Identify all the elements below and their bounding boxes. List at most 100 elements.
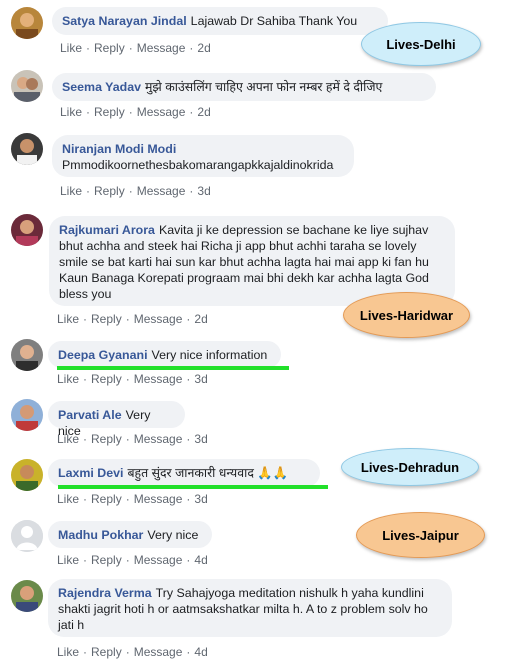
user-avatar-photo-icon: [11, 214, 43, 246]
separator: ·: [186, 432, 191, 446]
message-link[interactable]: Message: [134, 492, 183, 506]
message-link[interactable]: Message: [137, 184, 186, 198]
comment-author[interactable]: Niranjan Modi Modi: [62, 141, 340, 157]
message-link[interactable]: Message: [134, 432, 183, 446]
comment-bubble: Rajendra Verma Try Sahajyoga meditation n…: [48, 579, 452, 637]
comment-author[interactable]: Satya Narayan Jindal: [62, 14, 187, 28]
separator: ·: [128, 41, 133, 55]
message-link[interactable]: Message: [134, 553, 183, 567]
reply-link[interactable]: Reply: [94, 41, 125, 55]
location-badge-dehradun: Lives-Dehradun: [341, 448, 479, 486]
message-link[interactable]: Message: [137, 41, 186, 55]
like-link[interactable]: Like: [57, 312, 79, 326]
separator: ·: [86, 184, 91, 198]
like-link[interactable]: Like: [57, 432, 79, 446]
reply-link[interactable]: Reply: [91, 312, 122, 326]
reply-link[interactable]: Reply: [91, 492, 122, 506]
comment-time[interactable]: 2d: [197, 41, 210, 55]
message-link[interactable]: Message: [134, 312, 183, 326]
avatar[interactable]: [11, 133, 43, 165]
separator: ·: [128, 184, 133, 198]
comment-time[interactable]: 3d: [197, 184, 210, 198]
comment-author[interactable]: Seema Yadav: [62, 80, 141, 94]
comment-bubble: Seema Yadav मुझे काउंसलिंग चाहिए अपना फोन…: [52, 73, 436, 101]
comment-time[interactable]: 2d: [197, 105, 210, 119]
separator: ·: [83, 432, 88, 446]
comment-time[interactable]: 3d: [194, 372, 207, 386]
user-avatar-photo-icon: [11, 459, 43, 491]
avatar[interactable]: [11, 7, 43, 39]
comment-actions: Like · Reply · Message · 3d: [60, 184, 211, 198]
separator: ·: [186, 492, 191, 506]
separator: ·: [125, 372, 130, 386]
separator: ·: [125, 312, 130, 326]
user-avatar-photo-icon: [11, 339, 43, 371]
comment-author[interactable]: Rajendra Verma: [58, 586, 152, 600]
comment-time[interactable]: 2d: [194, 312, 207, 326]
separator: ·: [186, 645, 191, 659]
separator: ·: [189, 41, 194, 55]
like-link[interactable]: Like: [60, 41, 82, 55]
like-link[interactable]: Like: [57, 492, 79, 506]
separator: ·: [125, 492, 130, 506]
like-link[interactable]: Like: [57, 645, 79, 659]
avatar[interactable]: [11, 580, 43, 612]
green-underline-highlight: [58, 485, 328, 489]
separator: ·: [125, 645, 130, 659]
separator: ·: [83, 372, 88, 386]
like-link[interactable]: Like: [60, 105, 82, 119]
separator: ·: [83, 645, 88, 659]
comment-time[interactable]: 4d: [194, 645, 207, 659]
separator: ·: [189, 105, 194, 119]
separator: ·: [189, 184, 194, 198]
reply-link[interactable]: Reply: [91, 645, 122, 659]
reply-link[interactable]: Reply: [91, 432, 122, 446]
message-link[interactable]: Message: [134, 372, 183, 386]
comment-text: मुझे काउंसलिंग चाहिए अपना फोन नम्बर हमें…: [145, 80, 383, 94]
like-link[interactable]: Like: [57, 372, 79, 386]
reply-link[interactable]: Reply: [91, 553, 122, 567]
comment-author[interactable]: Laxmi Devi: [58, 466, 123, 480]
user-avatar-photo-icon: [11, 399, 43, 431]
avatar[interactable]: [11, 459, 43, 491]
comment-bubble: Deepa Gyanani Very nice information: [48, 341, 281, 368]
comment-actions: Like · Reply · Message · 3d: [57, 432, 208, 446]
avatar[interactable]: [11, 339, 43, 371]
reply-link[interactable]: Reply: [91, 372, 122, 386]
comment-bubble: Laxmi Devi बहुत सुंदर जानकारी धन्यवाद 🙏🙏: [48, 459, 320, 487]
separator: ·: [83, 312, 88, 326]
comment-bubble: Madhu Pokhar Very nice: [48, 521, 212, 548]
comment-actions: Like · Reply · Message · 4d: [57, 553, 208, 567]
like-link[interactable]: Like: [60, 184, 82, 198]
like-link[interactable]: Like: [57, 553, 79, 567]
comment-time[interactable]: 4d: [194, 553, 207, 567]
user-avatar-photo-icon: [11, 580, 43, 612]
comment-author[interactable]: Deepa Gyanani: [58, 348, 148, 362]
comment-actions: Like · Reply · Message · 2d: [57, 312, 208, 326]
message-link[interactable]: Message: [134, 645, 183, 659]
comment-bubble: Satya Narayan Jindal Lajawab Dr Sahiba Th…: [52, 7, 388, 35]
comment-actions: Like · Reply · Message · 4d: [57, 645, 208, 659]
separator: ·: [125, 553, 130, 567]
comment-author[interactable]: Parvati Ale: [58, 408, 122, 422]
message-link[interactable]: Message: [137, 105, 186, 119]
comment-actions: Like · Reply · Message · 2d: [60, 105, 211, 119]
comment-time[interactable]: 3d: [194, 432, 207, 446]
comment-bubble: Niranjan Modi Modi Pmmodikoornethesbakoma…: [52, 135, 354, 177]
comment-text: Pmmodikoornethesbakomarangapkkajaldinokr…: [62, 158, 334, 172]
comment-author[interactable]: Madhu Pokhar: [58, 528, 143, 542]
comment-author[interactable]: Rajkumari Arora: [59, 223, 155, 237]
avatar[interactable]: [11, 70, 43, 102]
separator: ·: [186, 312, 191, 326]
comment-text: बहुत सुंदर जानकारी धन्यवाद 🙏🙏: [127, 466, 289, 480]
separator: ·: [186, 553, 191, 567]
separator: ·: [86, 105, 91, 119]
avatar[interactable]: [11, 520, 43, 552]
reply-link[interactable]: Reply: [94, 105, 125, 119]
separator: ·: [83, 553, 88, 567]
location-badge-delhi: Lives-Delhi: [361, 22, 481, 66]
avatar[interactable]: [11, 399, 43, 431]
comment-time[interactable]: 3d: [194, 492, 207, 506]
reply-link[interactable]: Reply: [94, 184, 125, 198]
avatar[interactable]: [11, 214, 43, 246]
